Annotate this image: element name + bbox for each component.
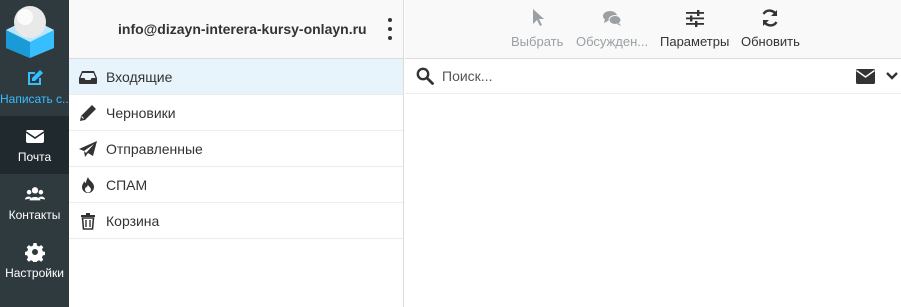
folder-sent[interactable]: Отправленные xyxy=(69,131,403,167)
message-list-panel: Выбрать Обсужден... Параметры Обновить П… xyxy=(405,0,901,307)
list-options-button[interactable]: Параметры xyxy=(660,8,729,49)
folder-drafts[interactable]: Черновики xyxy=(69,95,403,131)
compose-button[interactable]: Написать с... xyxy=(0,58,69,116)
select-label: Выбрать xyxy=(511,34,564,49)
select-button[interactable]: Выбрать xyxy=(511,8,563,49)
settings-label: Настройки xyxy=(5,266,64,280)
refresh-button[interactable]: Обновить xyxy=(741,8,800,49)
discussion-button[interactable]: Обсужден... xyxy=(576,8,648,49)
refresh-icon xyxy=(762,9,778,27)
compose-label: Написать с... xyxy=(0,92,69,106)
comments-icon xyxy=(603,11,622,26)
nav-settings[interactable]: Настройки xyxy=(0,232,69,290)
discussion-label: Обсужден... xyxy=(576,34,649,49)
folder-inbox[interactable]: Входящие xyxy=(69,59,403,95)
roundcube-logo[interactable] xyxy=(4,4,56,58)
account-header: info@dizayn-interera-kursy-onlayn.ru xyxy=(69,0,403,59)
search-icon[interactable] xyxy=(416,67,434,85)
search-bar xyxy=(405,59,901,94)
taskbar: Написать с... Почта Контакты Настройки xyxy=(0,0,69,307)
mail-label: Почта xyxy=(17,150,52,164)
search-input[interactable] xyxy=(442,65,842,87)
envelope-icon xyxy=(25,130,44,143)
sliders-icon xyxy=(685,10,704,27)
compose-icon xyxy=(27,70,43,85)
pencil-icon xyxy=(80,104,96,121)
chevron-down-icon[interactable] xyxy=(885,70,899,82)
toolbar: Выбрать Обсужден... Параметры Обновить xyxy=(405,0,901,59)
fire-icon xyxy=(82,176,94,193)
users-icon xyxy=(24,187,45,201)
contacts-label: Контакты xyxy=(8,208,61,222)
trash-icon xyxy=(81,212,95,230)
envelope-icon[interactable] xyxy=(856,69,875,84)
inbox-icon xyxy=(79,70,97,84)
folder-trash[interactable]: Корзина xyxy=(69,203,403,239)
settings-tool-label: Параметры xyxy=(660,34,730,49)
nav-mail[interactable]: Почта xyxy=(0,116,69,174)
folder-label: Черновики xyxy=(106,104,176,121)
folder-panel: info@dizayn-interera-kursy-onlayn.ru Вхо… xyxy=(69,0,404,307)
account-menu-button[interactable] xyxy=(383,18,397,40)
cursor-icon xyxy=(533,9,545,26)
refresh-label: Обновить xyxy=(741,34,800,49)
folder-label: Входящие xyxy=(106,68,173,85)
folder-label: СПАМ xyxy=(106,176,148,193)
account-email: info@dizayn-interera-kursy-onlayn.ru xyxy=(118,21,367,37)
folder-spam[interactable]: СПАМ xyxy=(69,167,403,203)
folder-label: Корзина xyxy=(106,212,160,229)
paper-plane-icon xyxy=(79,140,97,157)
folder-label: Отправленные xyxy=(106,140,203,157)
nav-contacts[interactable]: Контакты xyxy=(0,174,69,232)
gear-icon xyxy=(24,243,45,262)
